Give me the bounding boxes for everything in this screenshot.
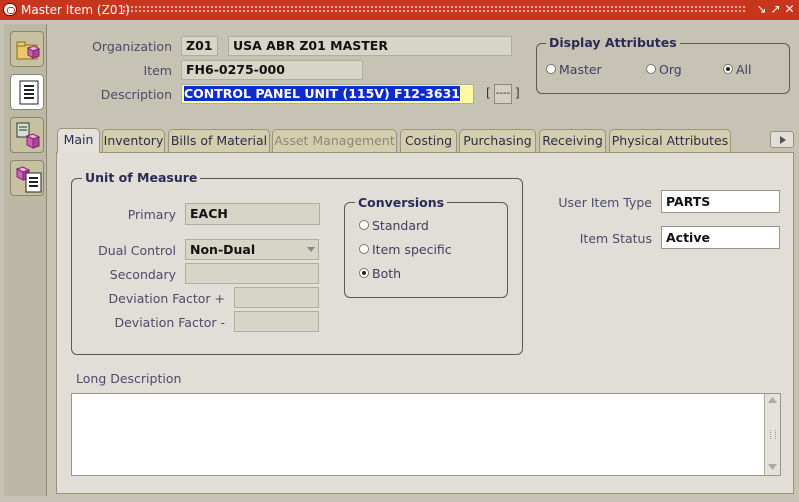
unit-of-measure-title: Unit of Measure <box>82 170 201 185</box>
user-item-type-field[interactable]: PARTS <box>661 190 780 213</box>
conversion-both-label[interactable]: Both <box>372 266 401 281</box>
display-attributes-title: Display Attributes <box>546 35 680 50</box>
maximize-icon[interactable]: ↗ <box>769 3 782 16</box>
deviation-factor-plus-label: Deviation Factor + <box>108 291 225 306</box>
description-label: Description <box>100 87 172 102</box>
conversion-standard-radio[interactable] <box>359 220 369 230</box>
tab-receiving[interactable]: Receiving <box>539 129 606 152</box>
conversion-both-radio[interactable] <box>359 268 369 278</box>
conversion-standard-label[interactable]: Standard <box>372 218 429 233</box>
scroll-up-arrow-icon <box>768 397 777 403</box>
organization-label: Organization <box>92 39 172 54</box>
primary-uom-field[interactable]: EACH <box>185 203 320 225</box>
tab-costing[interactable]: Costing <box>400 129 457 152</box>
item-number-field[interactable]: FH6-0275-000 <box>181 60 363 80</box>
organization-name-field[interactable]: USA ABR Z01 MASTER <box>228 36 512 56</box>
title-bar-pattern <box>122 5 747 14</box>
tab-purchasing[interactable]: Purchasing <box>459 129 536 152</box>
master-item-list-button[interactable] <box>10 74 44 110</box>
lov-bracket-left: [ <box>486 86 491 100</box>
tab-scroll-button[interactable] <box>770 131 794 148</box>
primary-label: Primary <box>127 207 176 222</box>
user-item-type-label: User Item Type <box>558 195 652 210</box>
tab-main[interactable]: Main <box>57 128 100 153</box>
item-label: Item <box>143 63 172 78</box>
tab-inventory[interactable]: Inventory <box>102 129 165 152</box>
display-master-radio[interactable] <box>546 64 556 74</box>
item-attributes-button[interactable] <box>10 117 44 153</box>
item-status-label: Item Status <box>579 231 652 246</box>
minimize-icon[interactable]: ↘ <box>755 3 768 16</box>
description-selected-text: CONTROL PANEL UNIT (115V) F12-3631 <box>184 86 460 101</box>
oracle-logo-icon <box>3 3 17 16</box>
list-document-icon <box>19 80 39 105</box>
window-title-bar: Master Item (Z01) ↘ ↗ ✕ <box>0 0 799 20</box>
secondary-uom-field[interactable] <box>185 263 319 284</box>
dual-control-label: Dual Control <box>98 243 176 258</box>
long-description-textarea[interactable] <box>71 393 781 476</box>
tab-physical-attributes[interactable]: Physical Attributes <box>609 129 731 152</box>
folder-cube-icon <box>16 41 40 60</box>
display-org-label[interactable]: Org <box>659 62 682 77</box>
display-master-label[interactable]: Master <box>559 62 602 77</box>
long-description-label: Long Description <box>76 371 182 386</box>
conversion-item-specific-radio[interactable] <box>359 244 369 254</box>
conversions-title: Conversions <box>355 195 448 210</box>
dropdown-arrow-icon <box>307 247 315 252</box>
deviation-factor-minus-label: Deviation Factor - <box>114 315 225 330</box>
description-field[interactable]: CONTROL PANEL UNIT (115V) F12-3631 <box>181 84 474 104</box>
secondary-label: Secondary <box>109 267 176 282</box>
item-categories-button[interactable] <box>10 160 44 196</box>
window-title: Master Item (Z01) <box>21 3 130 17</box>
categories-cube-icon <box>15 166 42 193</box>
organization-code-field[interactable]: Z01 <box>181 36 218 56</box>
display-org-radio[interactable] <box>646 64 656 74</box>
close-icon[interactable]: ✕ <box>783 3 796 16</box>
item-status-field[interactable]: Active <box>661 226 780 249</box>
deviation-factor-minus-field[interactable] <box>234 311 319 332</box>
long-description-scrollbar[interactable] <box>764 394 780 475</box>
dual-control-select[interactable]: Non-Dual <box>185 239 319 260</box>
organization-folder-button[interactable] <box>10 31 44 67</box>
description-lov-button[interactable]: ---- <box>494 84 512 104</box>
scroll-down-arrow-icon <box>768 464 777 470</box>
display-all-radio[interactable] <box>723 64 733 74</box>
display-all-label[interactable]: All <box>736 62 752 77</box>
navigator-toolbar <box>4 24 47 496</box>
deviation-factor-plus-field[interactable] <box>234 287 319 308</box>
attributes-cube-icon <box>16 122 41 149</box>
dual-control-value: Non-Dual <box>190 242 256 257</box>
conversion-item-specific-label[interactable]: Item specific <box>372 242 452 257</box>
scroll-right-arrow-icon <box>780 136 786 144</box>
tab-bills-of-material[interactable]: Bills of Material <box>168 129 270 152</box>
lov-bracket-right: ] <box>515 86 520 100</box>
scroll-grip-icon <box>770 430 776 439</box>
tab-asset-management[interactable]: Asset Management <box>272 129 397 152</box>
